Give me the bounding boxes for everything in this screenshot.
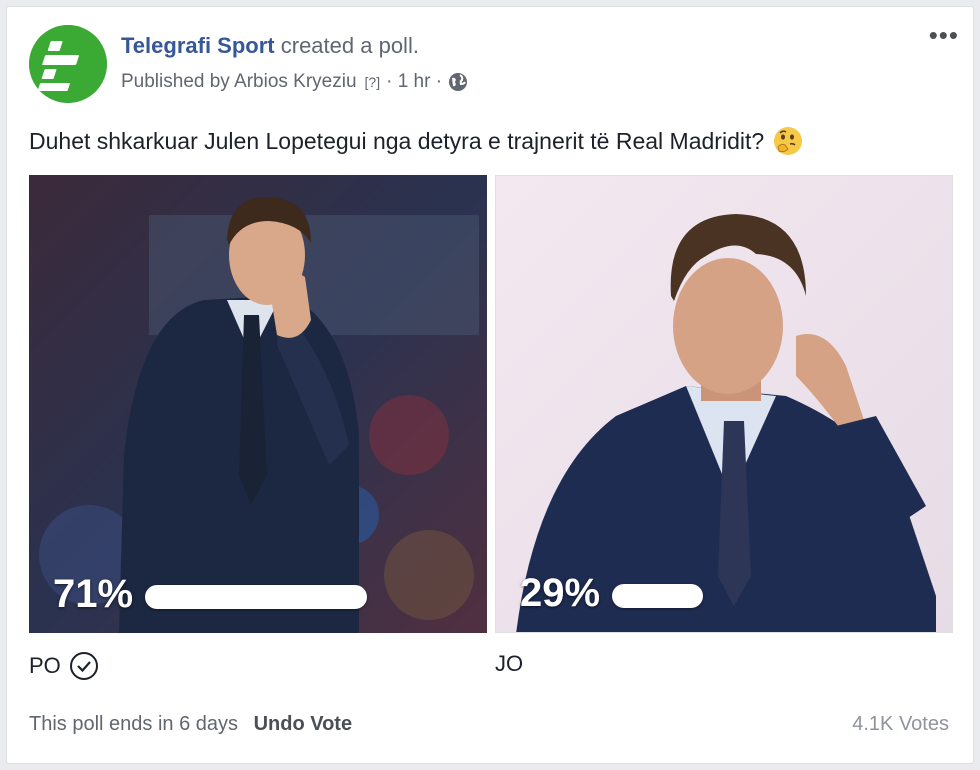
option-label-text-po: PO: [29, 653, 61, 678]
poll-percent-po: 71%: [53, 572, 134, 616]
page-avatar[interactable]: [29, 25, 107, 103]
published-by-text: Published by Arbios Kryeziu: [121, 71, 357, 92]
poll-footer: This poll ends in 6 days Undo Vote: [29, 713, 352, 736]
more-options-button[interactable]: •••: [929, 22, 959, 48]
page-name-link[interactable]: Telegrafi Sport: [121, 33, 275, 58]
undo-vote-button[interactable]: Undo Vote: [254, 713, 353, 735]
poll-question: Duhet shkarkuar Julen Lopetegui nga dety…: [29, 125, 804, 157]
globe-icon[interactable]: [448, 72, 468, 92]
option-label-text-jo: JO: [495, 651, 524, 676]
vote-count[interactable]: 4.1K Votes: [852, 713, 949, 736]
poll-question-text: Duhet shkarkuar Julen Lopetegui nga dety…: [29, 127, 765, 154]
poll-option-po[interactable]: 71%: [29, 175, 487, 633]
thinking-face-icon: [774, 127, 803, 155]
poll-post-card: Telegrafi Sport created a poll. Publishe…: [6, 6, 974, 764]
voted-check-icon: [69, 652, 98, 680]
post-author-line: Telegrafi Sport created a poll.: [121, 33, 419, 59]
post-time[interactable]: · 1 hr ·: [386, 71, 442, 93]
coach-photo-thinking: [496, 176, 952, 632]
poll-result-bar-po: [145, 585, 367, 609]
poll-option-jo[interactable]: 29%: [495, 175, 953, 633]
help-marker[interactable]: [?]: [365, 74, 381, 90]
poll-option-label-po[interactable]: PO: [29, 651, 99, 681]
post-action-text: created a poll.: [280, 33, 419, 58]
poll-ends-text: This poll ends in 6 days: [29, 713, 239, 735]
coach-photo-dejected: [29, 175, 487, 633]
telegrafi-logo-icon: [29, 25, 107, 103]
poll-result-bar-jo: [612, 584, 703, 608]
post-meta: Published by Arbios Kryeziu [?] · 1 hr ·: [121, 71, 468, 93]
poll-percent-jo: 29%: [520, 571, 601, 615]
poll-option-label-jo[interactable]: JO: [495, 651, 523, 677]
